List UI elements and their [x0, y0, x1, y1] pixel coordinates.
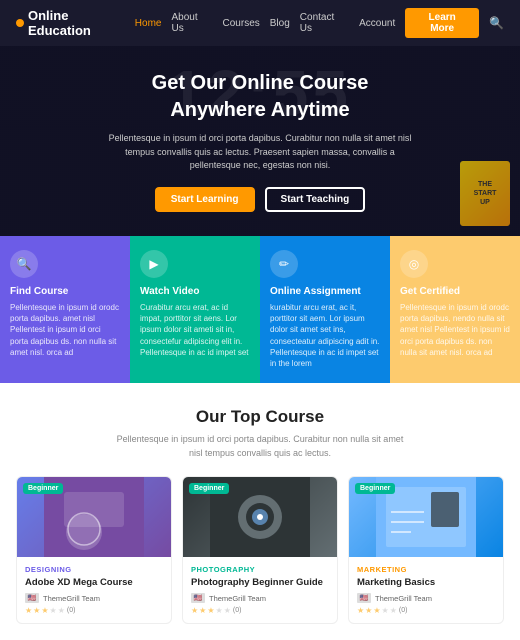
course-badge-3: Beginner	[355, 483, 395, 494]
star-2-4: ★	[216, 606, 223, 615]
hero-headline-line2: Anywhere Anytime	[170, 99, 349, 121]
course-author-1: 🇺🇸 ThemeGrill Team	[25, 593, 163, 603]
star-2-5: ★	[224, 606, 231, 615]
course-author-2: 🇺🇸 ThemeGrill Team	[191, 593, 329, 603]
course-name-2: Photography Beginner Guide	[191, 577, 329, 589]
course-thumb-1: Beginner	[17, 477, 171, 557]
watch-video-desc: Curabitur arcu erat, ac id impat, portti…	[140, 302, 250, 358]
star-3-3: ★	[373, 606, 380, 615]
course-name-1: Adobe XD Mega Course	[25, 577, 163, 589]
hero-description: Pellentesque in ipsum id orci porta dapi…	[100, 132, 420, 173]
assignment-desc: kurabitur arcu erat, ac it, porttitor si…	[270, 302, 380, 369]
course-thumb-2: Beginner	[183, 477, 337, 557]
features-section: 🔍 Find Course Pellentesque in ipsum id o…	[0, 236, 520, 383]
find-course-desc: Pellentesque in ipsum id orodc porta dap…	[10, 302, 120, 358]
section-subtitle: Pellentesque in ipsum id orci porta dapi…	[110, 433, 410, 460]
star-3-1: ★	[357, 606, 364, 615]
watch-video-title: Watch Video	[140, 286, 250, 297]
hero-buttons: Start Learning Start Teaching	[155, 187, 366, 212]
course-body-2: PHOTOGRAPHY Photography Beginner Guide 🇺…	[183, 557, 337, 623]
nav-account[interactable]: Account	[359, 18, 395, 29]
star-1-1: ★	[25, 606, 32, 615]
stars-1: ★ ★ ★ ★ ★	[25, 606, 65, 615]
assignment-icon: ✏	[270, 250, 298, 278]
course-thumb-3: Beginner	[349, 477, 503, 557]
brand-name: Online Education	[28, 8, 135, 38]
star-1-3: ★	[41, 606, 48, 615]
author-name-3: ThemeGrill Team	[375, 594, 432, 603]
star-2-2: ★	[199, 606, 206, 615]
course-cat-3: MARKETING	[357, 565, 495, 574]
feature-watch-video: ▶ Watch Video Curabitur arcu erat, ac id…	[130, 236, 260, 383]
nav-links: Home About Us Courses Blog Contact Us Ac…	[135, 8, 504, 38]
certified-icon: ◎	[400, 250, 428, 278]
navbar: Online Education Home About Us Courses B…	[0, 0, 520, 46]
author-flag-2: 🇺🇸	[191, 593, 205, 603]
watch-video-icon: ▶	[140, 250, 168, 278]
start-teaching-button[interactable]: Start Teaching	[265, 187, 366, 212]
feature-find-course: 🔍 Find Course Pellentesque in ipsum id o…	[0, 236, 130, 383]
search-icon[interactable]: 🔍	[489, 16, 504, 30]
star-1-2: ★	[33, 606, 40, 615]
author-flag-3: 🇺🇸	[357, 593, 371, 603]
course-rating-1: ★ ★ ★ ★ ★ (0)	[25, 606, 163, 615]
course-cat-2: PHOTOGRAPHY	[191, 565, 329, 574]
nav-contact[interactable]: Contact Us	[300, 12, 349, 34]
star-3-5: ★	[390, 606, 397, 615]
find-course-title: Find Course	[10, 286, 120, 297]
course-card-1[interactable]: Beginner DESIGNING Adobe XD Mega Course …	[16, 476, 172, 624]
certified-desc: Pellentesque in ipsum id orodc porta dap…	[400, 302, 510, 358]
nav-about[interactable]: About Us	[171, 12, 212, 34]
nav-courses[interactable]: Courses	[223, 18, 260, 29]
rating-count-1: (0)	[67, 607, 76, 614]
hero-headline-line1: Get Our Online Course	[152, 72, 369, 94]
course-name-3: Marketing Basics	[357, 577, 495, 589]
author-name-2: ThemeGrill Team	[209, 594, 266, 603]
feature-certified: ◎ Get Certified Pellentesque in ipsum id…	[390, 236, 520, 383]
course-badge-2: Beginner	[189, 483, 229, 494]
hero-book-decoration: THESTARTUP	[460, 161, 510, 226]
star-1-5: ★	[58, 606, 65, 615]
nav-home[interactable]: Home	[135, 18, 162, 29]
logo[interactable]: Online Education	[16, 8, 135, 38]
course-body-1: DESIGNING Adobe XD Mega Course 🇺🇸 ThemeG…	[17, 557, 171, 623]
course-body-3: MARKETING Marketing Basics 🇺🇸 ThemeGrill…	[349, 557, 503, 623]
hero-book-text: THESTARTUP	[474, 180, 497, 207]
course-grid: Beginner DESIGNING Adobe XD Mega Course …	[16, 476, 504, 624]
rating-count-3: (0)	[399, 607, 408, 614]
stars-2: ★ ★ ★ ★ ★	[191, 606, 231, 615]
nav-blog[interactable]: Blog	[270, 18, 290, 29]
star-1-4: ★	[50, 606, 57, 615]
top-courses-section: Our Top Course Pellentesque in ipsum id …	[0, 383, 520, 640]
course-badge-1: Beginner	[23, 483, 63, 494]
course-rating-2: ★ ★ ★ ★ ★ (0)	[191, 606, 329, 615]
assignment-title: Online Assignment	[270, 286, 380, 297]
stars-3: ★ ★ ★ ★ ★	[357, 606, 397, 615]
nav-cta-button[interactable]: Learn More	[405, 8, 479, 38]
star-2-3: ★	[207, 606, 214, 615]
find-course-icon: 🔍	[10, 250, 38, 278]
author-name-1: ThemeGrill Team	[43, 594, 100, 603]
certified-title: Get Certified	[400, 286, 510, 297]
feature-assignment: ✏ Online Assignment kurabitur arcu erat,…	[260, 236, 390, 383]
course-card-3[interactable]: Beginner MARKETING Marketing Basics 🇺🇸 T…	[348, 476, 504, 624]
start-learning-button[interactable]: Start Learning	[155, 187, 255, 212]
hero-headline: Get Our Online Course Anywhere Anytime	[152, 70, 369, 124]
logo-dot	[16, 19, 24, 27]
course-rating-3: ★ ★ ★ ★ ★ (0)	[357, 606, 495, 615]
course-author-3: 🇺🇸 ThemeGrill Team	[357, 593, 495, 603]
rating-count-2: (0)	[233, 607, 242, 614]
star-3-2: ★	[365, 606, 372, 615]
star-3-4: ★	[382, 606, 389, 615]
author-flag-1: 🇺🇸	[25, 593, 39, 603]
section-title: Our Top Course	[16, 407, 504, 427]
star-2-1: ★	[191, 606, 198, 615]
course-card-2[interactable]: Beginner PHOTOGRAPHY Photography Beginne…	[182, 476, 338, 624]
course-cat-1: DESIGNING	[25, 565, 163, 574]
hero-section: 12:55 THESTARTUP Get Our Online Course A…	[0, 46, 520, 236]
